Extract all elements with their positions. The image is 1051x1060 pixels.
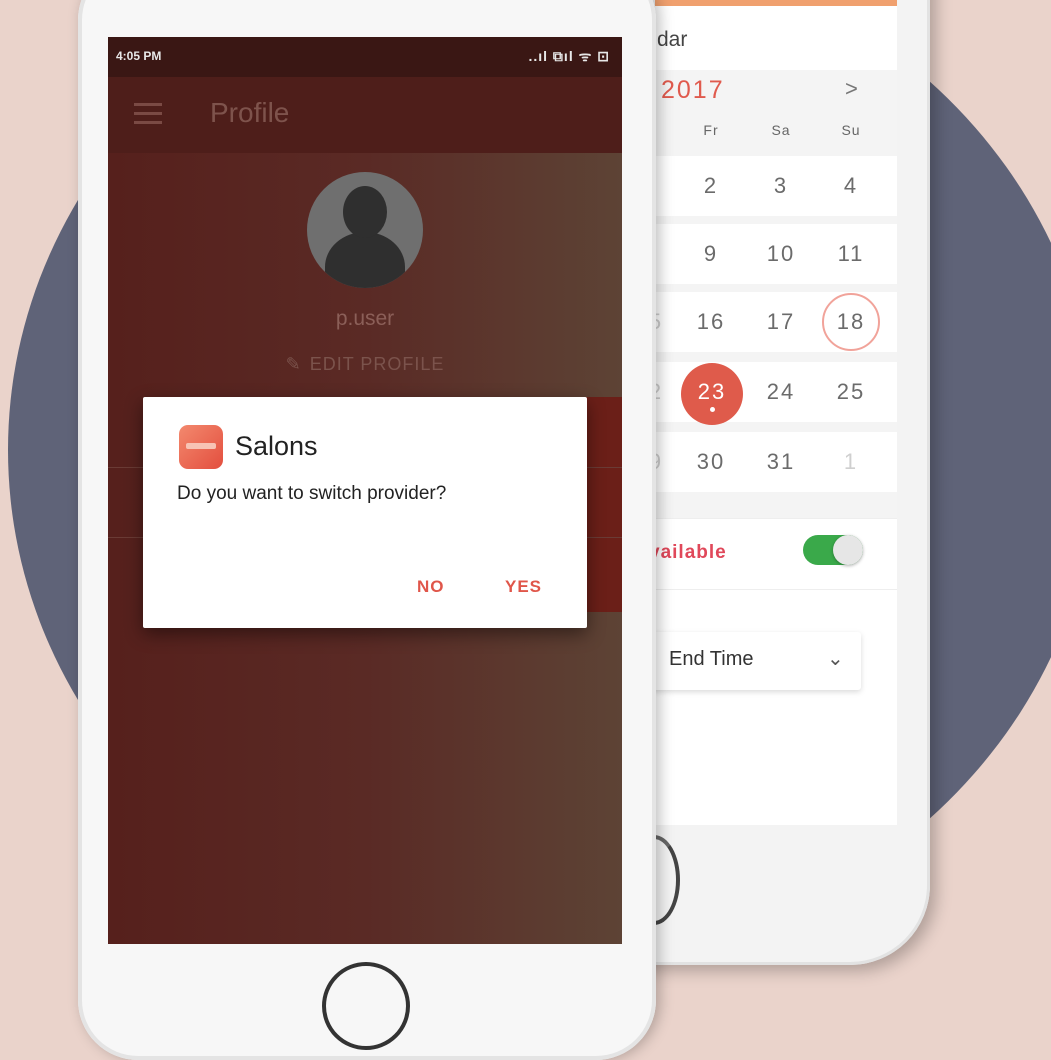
- profile-username: p.user: [335, 307, 395, 330]
- calendar-month-label: 2017: [661, 76, 725, 104]
- front-home-button[interactable]: [322, 962, 410, 1050]
- weekday-label: Su: [841, 122, 861, 138]
- no-button[interactable]: NO: [417, 577, 445, 597]
- app-bar: Profile: [108, 77, 622, 153]
- end-time-label: End Time: [669, 648, 754, 670]
- dialog-message: Do you want to switch provider?: [177, 483, 447, 504]
- dialog-title: Salons: [235, 431, 318, 461]
- availability-toggle[interactable]: [803, 535, 863, 565]
- calendar-day[interactable]: 31: [758, 449, 804, 475]
- calendar-day[interactable]: 16: [688, 309, 734, 335]
- next-month-icon[interactable]: >: [845, 76, 858, 102]
- calendar-day[interactable]: 9: [688, 241, 734, 267]
- avatar-head: [343, 186, 387, 238]
- status-bar: 4:05 PM ..ıl ⧉ıl ᯤ ⊡: [108, 37, 622, 77]
- weekday-label: Sa: [771, 122, 791, 138]
- edit-profile-label: EDIT PROFILE: [309, 354, 445, 374]
- calendar-day[interactable]: 3: [758, 173, 804, 199]
- calendar-day[interactable]: 2: [688, 173, 734, 199]
- yes-button[interactable]: YES: [505, 577, 542, 597]
- availability-row: vailable: [655, 518, 897, 590]
- end-time-select[interactable]: End Time ⌄: [655, 632, 861, 690]
- calendar-day[interactable]: 1: [828, 449, 874, 475]
- calendar-week-row: 9 30 31 1: [655, 432, 897, 492]
- switch-provider-dialog: Salons Do you want to switch provider? N…: [143, 397, 587, 628]
- calendar-day[interactable]: 2: [655, 379, 679, 405]
- edit-profile-link[interactable]: ✎ EDIT PROFILE: [108, 354, 622, 375]
- calendar-day[interactable]: 10: [758, 241, 804, 267]
- salons-app-icon: [179, 425, 223, 469]
- calendar-day[interactable]: 4: [828, 173, 874, 199]
- calendar-screen: dar 2017 > Fr Sa Su 2 3 4 9 10 11 5 16 1…: [655, 0, 897, 825]
- calendar-day[interactable]: 17: [758, 309, 804, 335]
- calendar-day-today[interactable]: 18: [828, 309, 874, 335]
- calendar-header-title: dar: [657, 28, 688, 51]
- calendar-week-row: 2 23 24 25: [655, 362, 897, 425]
- calendar-day-selected[interactable]: 23: [689, 379, 735, 405]
- calendar-week-row: 5 16 17 18: [655, 292, 897, 352]
- pencil-icon: ✎: [285, 354, 302, 374]
- calendar-day[interactable]: 9: [655, 449, 679, 475]
- availability-label: vailable: [655, 542, 727, 563]
- page-title: Profile: [210, 97, 290, 128]
- avatar[interactable]: [307, 172, 423, 288]
- calendar-day[interactable]: 25: [828, 379, 874, 405]
- calendar-day[interactable]: 5: [655, 309, 679, 335]
- menu-icon[interactable]: [134, 103, 162, 125]
- avatar-silhouette: [325, 232, 405, 288]
- toggle-knob: [833, 535, 863, 565]
- calendar-day[interactable]: 11: [828, 241, 874, 267]
- weekday-label: Fr: [703, 122, 719, 138]
- calendar-week-row: 2 3 4: [655, 156, 897, 216]
- calendar-day[interactable]: 24: [758, 379, 804, 405]
- status-icons: ..ıl ⧉ıl ᯤ ⊡: [528, 48, 610, 64]
- calendar-day[interactable]: 30: [688, 449, 734, 475]
- chevron-down-icon: ⌄: [827, 648, 844, 670]
- calendar-week-row: 9 10 11: [655, 224, 897, 284]
- status-time: 4:05 PM: [116, 49, 162, 63]
- calendar-header: dar: [655, 6, 897, 71]
